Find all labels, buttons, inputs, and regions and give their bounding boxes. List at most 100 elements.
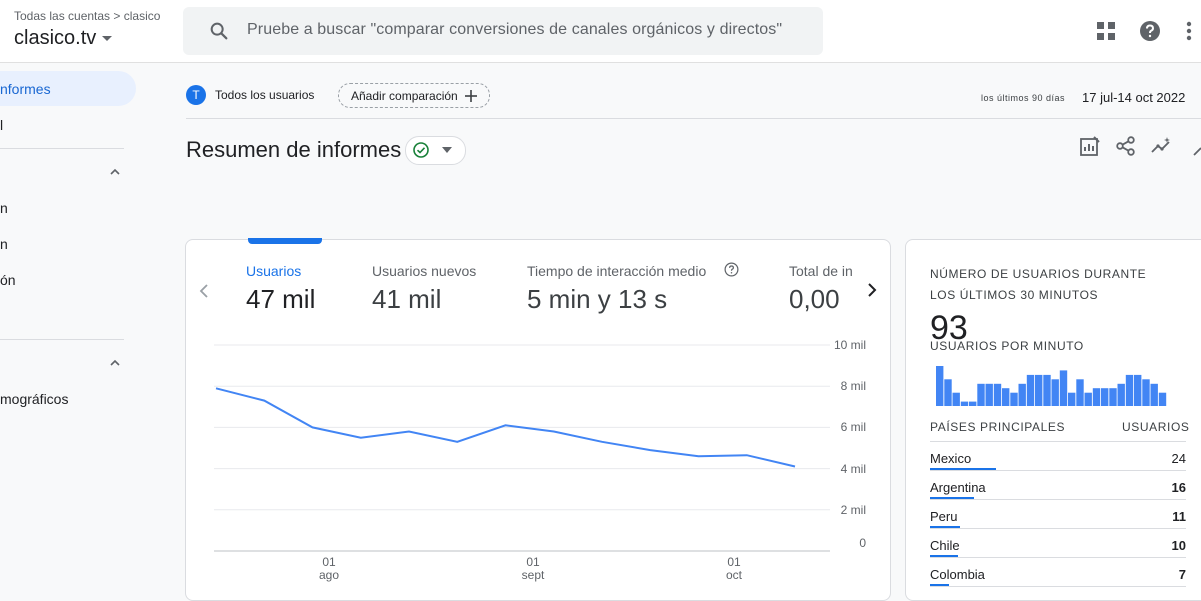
country-name: Argentina	[930, 480, 986, 495]
divider	[930, 470, 1186, 471]
x-tick-label: 01 oct	[714, 556, 754, 582]
minute-bar[interactable]	[1101, 388, 1109, 406]
minute-bar[interactable]	[1092, 388, 1101, 406]
minute-bar[interactable]	[1010, 392, 1018, 406]
apps-grid-icon[interactable]	[1097, 22, 1115, 40]
metric-tab-usuarios-label[interactable]: Usuarios	[246, 263, 301, 279]
minute-bar[interactable]	[1043, 374, 1051, 406]
x-tick-month: sept	[521, 568, 545, 582]
caret-down-icon	[102, 36, 113, 42]
users-column-header: USUARIOS	[1122, 420, 1190, 434]
country-name: Peru	[930, 509, 958, 524]
x-tick-label: 01 ago	[309, 556, 349, 582]
users-per-minute-label: USUARIOS POR MINUTO	[930, 339, 1084, 353]
country-user-count: 16	[1171, 480, 1186, 495]
y-tick-label: 6 mil	[840, 420, 866, 435]
segment-label: Todos los usuarios	[215, 88, 315, 102]
minute-bar[interactable]	[1109, 388, 1117, 406]
minute-bar[interactable]	[1117, 383, 1125, 406]
sidebar-item[interactable]: l	[0, 117, 3, 133]
minute-bar[interactable]	[1084, 392, 1092, 406]
minute-bar[interactable]	[1018, 383, 1026, 406]
divider	[930, 528, 1186, 529]
chevron-left-icon[interactable]	[197, 284, 211, 298]
y-tick-label: 0	[859, 536, 866, 550]
minute-bar[interactable]	[1142, 379, 1150, 406]
sidebar-divider	[0, 339, 124, 340]
chevron-up-icon[interactable]	[110, 167, 120, 177]
segment-avatar: T	[186, 85, 206, 105]
minute-bar[interactable]	[1125, 374, 1134, 406]
country-user-count: 11	[1172, 509, 1186, 524]
insights-icon[interactable]	[1150, 135, 1172, 157]
x-tick-month: oct	[725, 568, 742, 582]
minute-bar[interactable]	[952, 392, 960, 406]
minute-bar[interactable]	[969, 401, 977, 406]
minute-bar[interactable]	[960, 401, 969, 406]
sidebar-item[interactable]: n	[0, 236, 8, 252]
chevron-right-icon[interactable]	[865, 283, 879, 297]
minute-bar[interactable]	[1068, 392, 1076, 406]
minute-bar[interactable]	[1002, 388, 1010, 406]
date-range-picker[interactable]: 17 jul-14 oct 2022	[1082, 90, 1185, 105]
realtime-heading: NÚMERO DE USUARIOS DURANTE LOS ÚLTIMOS 3…	[930, 267, 1147, 302]
country-user-count: 24	[1171, 451, 1186, 466]
minute-bar[interactable]	[1076, 379, 1084, 406]
date-range-label[interactable]: los últimos 90 días	[981, 93, 1065, 103]
minute-bar[interactable]	[1035, 374, 1043, 406]
help-icon[interactable]	[1139, 20, 1161, 42]
minute-bar[interactable]	[1026, 374, 1035, 406]
breadcrumb[interactable]: Todas las cuentas > clasico	[14, 9, 160, 23]
minute-bar[interactable]	[1150, 383, 1158, 406]
minute-bar[interactable]	[1158, 392, 1167, 406]
minute-bar[interactable]	[1059, 370, 1068, 406]
share-icon[interactable]	[1115, 135, 1137, 157]
metric-tab-tiempo-label[interactable]: Tiempo de interacción medio	[527, 263, 706, 279]
users-line-chart	[214, 344, 830, 552]
metric-usuarios-nuevos-value: 41 mil	[372, 284, 442, 314]
help-outline-icon[interactable]	[724, 262, 739, 277]
sidebar-divider	[0, 148, 124, 149]
metric-tab-total-label[interactable]: Total de in	[789, 263, 853, 279]
divider	[930, 586, 1186, 587]
segment-chip-all-users[interactable]: T Todos los usuarios	[186, 83, 314, 107]
y-tick-label: 2 mil	[840, 502, 866, 517]
minute-bar[interactable]	[944, 379, 952, 406]
country-user-count: 7	[1178, 567, 1186, 582]
edit-icon[interactable]	[1192, 139, 1201, 157]
search-input[interactable]: Pruebe a buscar "comparar conversiones d…	[247, 21, 782, 39]
check-circle-icon	[413, 142, 429, 158]
minute-bar[interactable]	[985, 383, 993, 406]
sidebar-item-demograficos[interactable]: mográficos	[0, 391, 68, 407]
minute-bar[interactable]	[993, 383, 1002, 406]
metric-total-value: 0,00	[789, 284, 840, 314]
divider	[186, 118, 1201, 119]
x-tick-label: 01 sept	[513, 556, 553, 582]
country-name: Mexico	[930, 451, 972, 466]
more-vert-icon[interactable]	[1186, 20, 1192, 42]
minute-bar[interactable]	[977, 383, 985, 406]
divider	[930, 441, 1186, 442]
x-tick-month: ago	[318, 568, 340, 582]
search-icon	[210, 22, 228, 40]
status-dropdown[interactable]	[405, 136, 466, 165]
metric-tab-usuarios-nuevos-label[interactable]: Usuarios nuevos	[372, 263, 476, 279]
add-comparison-label: Añadir comparación	[351, 88, 458, 103]
country-name: Chile	[930, 538, 960, 553]
account-selector[interactable]: clasico.tv	[14, 27, 113, 50]
minute-bar[interactable]	[1051, 379, 1059, 406]
customize-report-icon[interactable]	[1079, 135, 1101, 157]
active-tab-indicator	[248, 238, 322, 244]
minute-bar[interactable]	[1134, 374, 1142, 406]
chevron-up-icon[interactable]	[110, 358, 120, 368]
account-name: clasico.tv	[14, 27, 97, 49]
caret-down-icon	[442, 147, 452, 153]
y-tick-label: 10 mil	[833, 338, 866, 352]
sidebar-item[interactable]: ón	[0, 272, 16, 288]
countries-column-header: PAÍSES PRINCIPALES	[930, 420, 1066, 434]
sidebar-item-informes[interactable]: nformes	[0, 81, 51, 97]
users-per-minute-bar-chart	[936, 366, 1167, 406]
minute-bar[interactable]	[936, 366, 944, 406]
add-comparison-button[interactable]: Añadir comparación	[338, 83, 490, 108]
sidebar-item[interactable]: n	[0, 200, 8, 216]
